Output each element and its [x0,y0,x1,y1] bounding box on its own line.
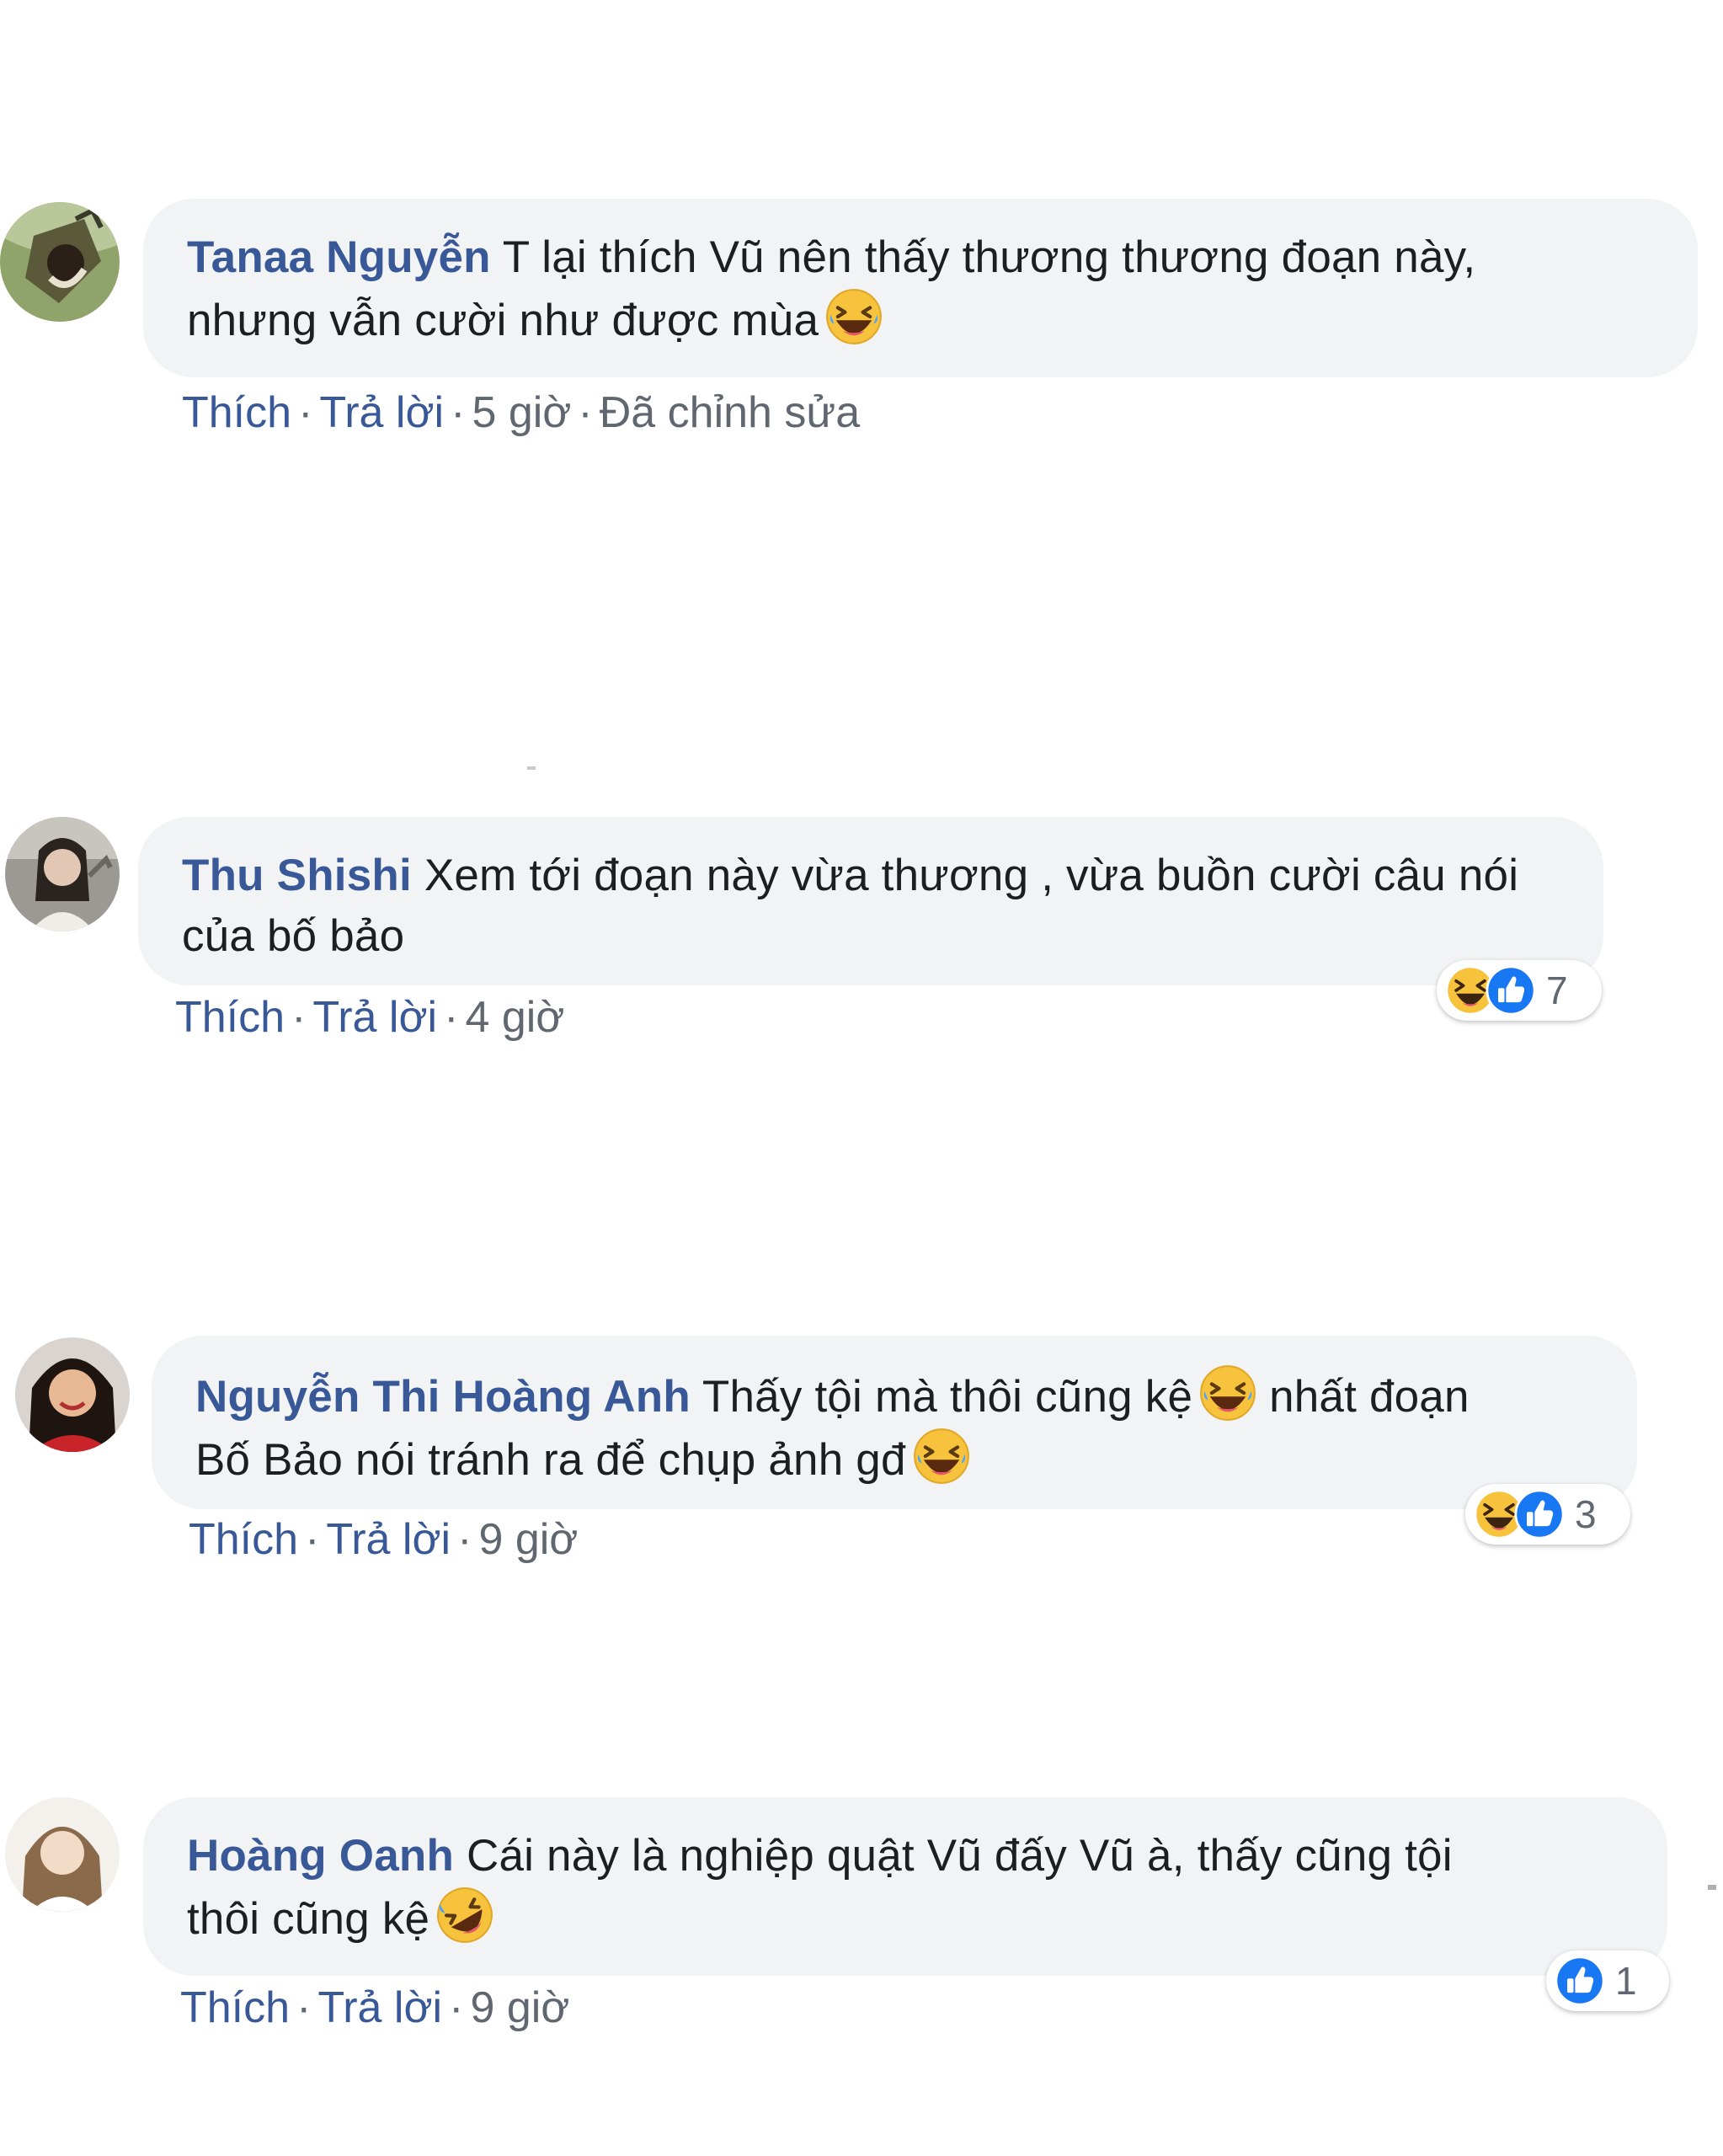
laughing-tears-emoji-icon [1199,1364,1256,1422]
edited-label[interactable]: Đã chỉnh sửa [600,388,860,437]
comment-actions: Thích · Trả lời · 5 giờ · Đã chỉnh sửa [182,387,860,438]
laughing-tears-emoji-icon [913,1428,970,1485]
reaction-count: 1 [1615,1959,1637,2003]
timestamp[interactable]: 9 giờ [470,1983,569,2032]
comment-text: nhất đoạn [1269,1372,1470,1422]
avatar-photo-icon [5,817,120,931]
comment-text: Xem tới đoạn này vừa thương , vừa buồn c… [424,851,1519,900]
comment-actions: Thích · Trả lời · 9 giờ [189,1514,578,1565]
comment-author[interactable]: Tanaa Nguyễn [187,232,491,282]
separator-dot: · [444,993,459,1042]
separator-dot: · [457,1515,472,1564]
divider [1708,1885,1716,1890]
separator-dot: · [305,1515,320,1564]
reply-link[interactable]: Trả lời [319,388,444,437]
separator-dot: · [291,993,307,1042]
comment-text: thôi cũng kệ [187,1894,430,1944]
timestamp[interactable]: 4 giờ [465,993,564,1042]
comment-bubble: Hoàng Oanh Cái này là nghiệp quật Vũ đấy… [143,1797,1667,1976]
reactions-summary[interactable]: 3 [1465,1484,1630,1545]
laughing-tears-emoji-icon [825,288,883,345]
comment-author[interactable]: Hoàng Oanh [187,1831,454,1881]
rolling-laughing-emoji-icon [436,1886,493,1944]
comment-bubble: Thu Shishi Xem tới đoạn này vừa thương ,… [138,817,1603,985]
comment-text: Thấy tội mà thôi cũng kệ [701,1372,1193,1422]
like-link[interactable]: Thích [175,993,285,1042]
avatar-photo-icon [0,202,120,322]
comment-actions: Thích · Trả lời · 9 giờ [180,1983,569,2033]
reactions-summary[interactable]: 1 [1546,1951,1669,2011]
like-link[interactable]: Thích [182,388,291,437]
like-icon [1486,965,1536,1016]
like-link[interactable]: Thích [180,1983,290,2032]
timestamp[interactable]: 5 giờ [472,388,571,437]
separator-dot: · [449,1983,464,2032]
like-icon [1555,1956,1605,2006]
reactions-summary[interactable]: 7 [1437,960,1602,1021]
avatar[interactable] [0,202,120,322]
comment-author[interactable]: Nguyễn Thi Hoàng Anh [195,1372,691,1422]
comment-author[interactable]: Thu Shishi [182,851,412,900]
reply-link[interactable]: Trả lời [312,993,437,1042]
separator-dot: · [296,1983,312,2032]
separator-dot: · [578,388,593,437]
avatar-photo-icon [5,1797,120,1912]
avatar[interactable] [5,1797,120,1912]
avatar-photo-icon [15,1337,130,1452]
like-link[interactable]: Thích [189,1515,298,1564]
like-icon [1514,1489,1565,1540]
timestamp[interactable]: 9 giờ [478,1515,578,1564]
comment-actions: Thích · Trả lời · 4 giờ [175,992,564,1043]
separator-dot: · [298,388,313,437]
reaction-count: 7 [1546,969,1568,1012]
avatar[interactable] [15,1337,130,1452]
comment-text: T lại thích Vũ nên thấy thương thương đo… [502,232,1476,282]
reply-link[interactable]: Trả lời [317,1983,442,2032]
reply-link[interactable]: Trả lời [326,1515,451,1564]
comment-bubble: Tanaa Nguyễn T lại thích Vũ nên thấy thư… [143,199,1698,377]
separator-dot: · [451,388,466,437]
comment-text: Bố Bảo nói tránh ra để chụp ảnh gđ [195,1435,906,1485]
reaction-count: 3 [1575,1492,1597,1536]
comment-text: của bố bảo [182,911,405,961]
comment-text: Cái này là nghiệp quật Vũ đấy Vũ à, thấy… [467,1831,1453,1881]
comment-text: nhưng vẫn cười như được mùa [187,296,819,345]
comment-bubble: Nguyễn Thi Hoàng Anh Thấy tội mà thôi cũ… [152,1336,1637,1509]
divider [527,766,536,770]
avatar[interactable] [5,817,120,931]
